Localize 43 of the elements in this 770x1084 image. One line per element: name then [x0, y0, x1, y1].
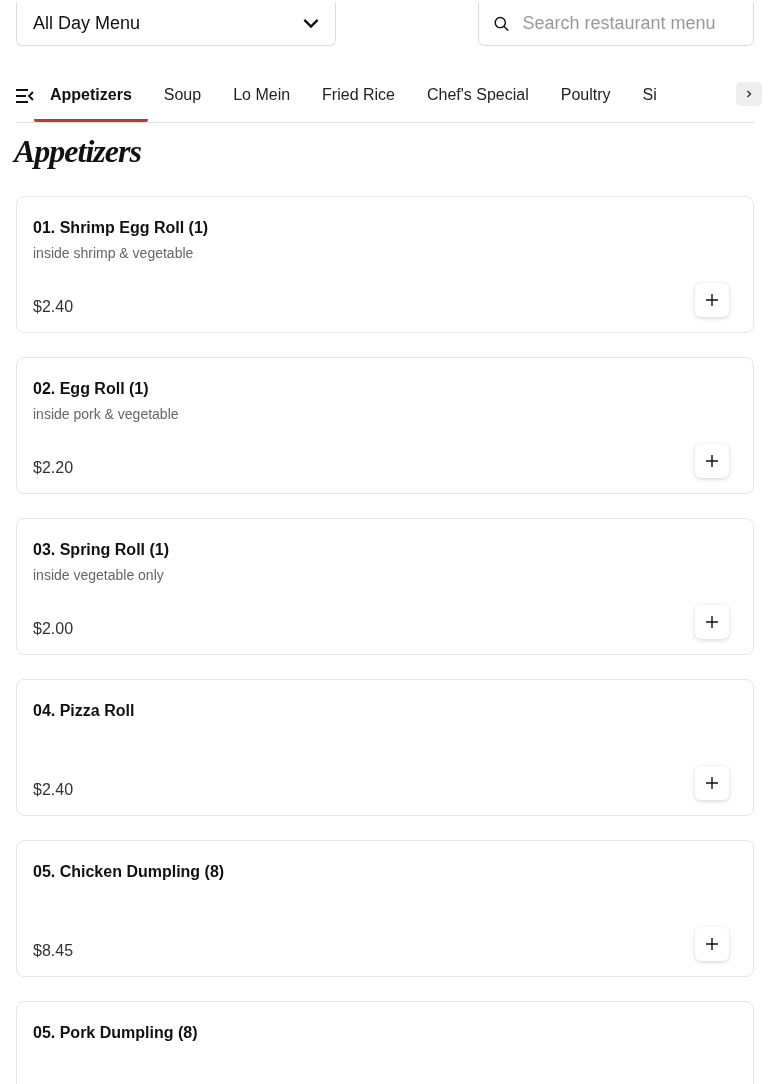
- plus-icon: [706, 455, 718, 467]
- item-price: $2.20: [33, 459, 74, 477]
- item-name: 04. Pizza Roll: [33, 702, 136, 721]
- item-description: inside pork & vegetable: [33, 406, 179, 422]
- menu-item-card[interactable]: 03. Spring Roll (1) inside vegetable only $2.00: [16, 518, 754, 655]
- add-button[interactable]: [695, 444, 729, 478]
- category-tab[interactable]: Appetizers: [34, 70, 148, 122]
- item-price: $2.00: [33, 620, 74, 638]
- menu-item-card[interactable]: 02. Egg Roll (1) inside pork & vegetable $2.20: [16, 357, 754, 494]
- category-tab[interactable]: Poultry: [544, 70, 627, 122]
- menu-item-card[interactable]: 05. Chicken Dumpling (8) $8.45: [16, 840, 754, 977]
- menu-item-card[interactable]: 01. Shrimp Egg Roll (1) inside shrimp & vegetable $2.40: [16, 196, 754, 333]
- category-tab[interactable]: Fried Rice: [306, 70, 411, 122]
- category-tab[interactable]: Chef's Special: [411, 70, 545, 122]
- add-button[interactable]: [695, 283, 729, 317]
- menu-collapse-icon[interactable]: [16, 89, 34, 103]
- menu-item-card[interactable]: 04. Pizza Roll $2.40: [16, 679, 754, 816]
- menu-item-card[interactable]: 05. Pork Dumpling (8): [16, 1001, 754, 1084]
- section-title: Appetizers: [14, 133, 142, 170]
- chevron-right-icon: [745, 90, 753, 98]
- item-name: 05. Chicken Dumpling (8): [33, 863, 226, 882]
- item-price: $2.40: [33, 781, 74, 799]
- item-name: 02. Egg Roll (1): [33, 380, 150, 399]
- category-tab[interactable]: Si: [626, 70, 673, 122]
- item-name: 03. Spring Roll (1): [33, 541, 170, 560]
- add-button[interactable]: [695, 605, 729, 639]
- item-description: inside shrimp & vegetable: [33, 245, 194, 261]
- plus-icon: [706, 777, 718, 789]
- category-tab[interactable]: Lo Mein: [217, 70, 307, 122]
- plus-icon: [706, 616, 718, 628]
- item-price: $2.40: [33, 298, 74, 316]
- chevron-down-icon: [303, 19, 319, 28]
- category-tab[interactable]: Soup: [147, 70, 218, 122]
- item-description: inside vegetable only: [33, 567, 164, 583]
- add-button[interactable]: [695, 927, 729, 961]
- plus-icon: [706, 294, 718, 306]
- search-field[interactable]: Search restaurant menu: [478, 2, 754, 46]
- item-price: $8.45: [33, 942, 74, 960]
- item-name: 01. Shrimp Egg Roll (1): [33, 219, 210, 238]
- item-name: 05. Pork Dumpling (8): [33, 1024, 199, 1043]
- menu-dropdown[interactable]: All Day Menu: [16, 2, 336, 46]
- add-button[interactable]: [695, 766, 729, 800]
- plus-icon: [706, 938, 718, 950]
